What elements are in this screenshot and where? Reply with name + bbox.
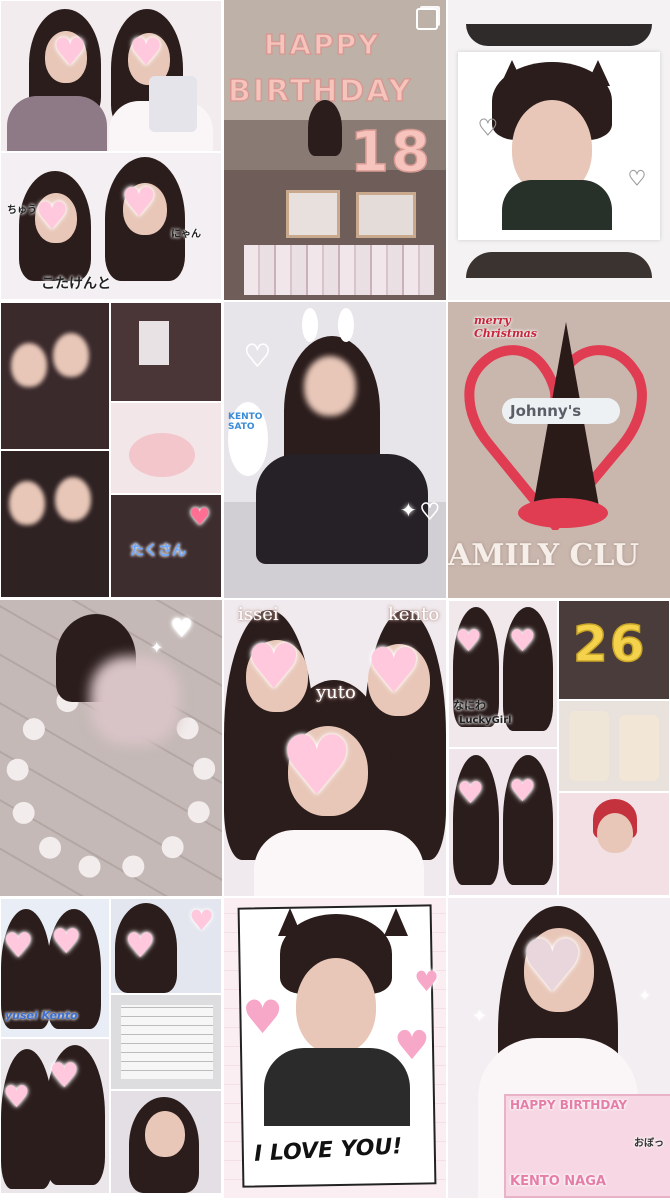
tile-1-top-photo: ♥ ♥ bbox=[0, 0, 222, 152]
grid-tile-11[interactable]: ♥ ♥ ♥ I LOVE YOU! bbox=[224, 898, 446, 1198]
tile-4-photo-a bbox=[0, 302, 110, 450]
caption-bottom-left: こたけんと bbox=[41, 276, 111, 292]
tile-9-photo-c bbox=[558, 700, 670, 792]
naniwa-text: なにわ bbox=[453, 699, 486, 712]
name-label-left: issei bbox=[238, 604, 279, 625]
name-label-middle: yuto bbox=[316, 682, 356, 703]
grid-tile-5[interactable]: KENTO SATO ♥ ♥ ✦ bbox=[224, 302, 446, 598]
grid-tile-2[interactable]: HAPPY BIRTHDAY 18 bbox=[224, 0, 446, 300]
heart-sticker-icon: ♥ bbox=[3, 926, 34, 966]
heart-sticker-icon: ♥ bbox=[189, 503, 211, 531]
heart-sticker-icon: ♥ bbox=[509, 624, 536, 659]
name-label-right: kento bbox=[388, 604, 440, 625]
heart-sticker-icon: ♥ bbox=[520, 924, 585, 1008]
heart-sticker-icon: ♥ bbox=[121, 180, 157, 226]
sparkle-icon: ✦ bbox=[638, 986, 652, 1005]
heart-sticker-icon: ♥ bbox=[455, 624, 482, 659]
grid-tile-12[interactable]: ♥ HAPPY BIRTHDAY おぼっ KENTO NAGA ✦ ✦ bbox=[448, 898, 670, 1198]
banner-top-text: HAPPY BIRTHDAY bbox=[510, 1098, 628, 1112]
heart-sticker-icon: ♥ bbox=[509, 774, 536, 809]
sparkle-icon: ✦ bbox=[150, 638, 164, 657]
heart-sticker-icon: ♥ bbox=[366, 634, 422, 707]
heart-outline-icon: ♥ bbox=[419, 500, 440, 525]
heart-sticker-icon: ♥ bbox=[394, 1023, 430, 1069]
merry-christmas-text: merry Christmas bbox=[474, 314, 537, 340]
grid-tile-7[interactable]: ♥ ✦ bbox=[0, 600, 222, 896]
grid-tile-1[interactable]: ♥ ♥ ♥ ♥ ちゅう にゃん こたけんと bbox=[0, 0, 222, 300]
tile-9-photo-d: ♥ ♥ bbox=[448, 748, 558, 896]
tile-10-photo-c bbox=[110, 994, 222, 1090]
sparkle-icon: ✦ bbox=[472, 1006, 488, 1027]
heart-outline-icon: ♥ bbox=[478, 116, 499, 141]
balloon-number-26: 26 bbox=[572, 614, 647, 674]
tile-1-bottom-photo: ♥ ♥ ちゅう にゃん こたけんと bbox=[0, 152, 222, 300]
banner-handwriting: おぼっ bbox=[634, 1138, 664, 1149]
tile-4-photo-d bbox=[0, 450, 110, 598]
grid-tile-4[interactable]: ♥ たくさん bbox=[0, 302, 222, 598]
balloon-text-happy: HAPPY bbox=[263, 27, 381, 62]
grid-tile-6[interactable]: ♥ merry Christmas Johnny's AMILY CLU bbox=[448, 302, 670, 598]
heart-sticker-icon: ♥ bbox=[129, 30, 164, 74]
heart-sticker-icon: ♥ bbox=[189, 904, 215, 937]
heart-outline-icon: ♥ bbox=[243, 339, 271, 374]
heart-sticker-icon: ♥ bbox=[51, 922, 82, 962]
tile-10-photo-e bbox=[110, 1090, 222, 1194]
balloon-number: 18 bbox=[349, 119, 432, 186]
heart-sticker-icon: ♥ bbox=[414, 965, 440, 998]
sparkle-icon: ✦ bbox=[400, 498, 417, 522]
banner-bottom-text: KENTO NAGA bbox=[510, 1174, 606, 1189]
tile-9-photo-a: ♥ ♥ なにわ LuckyGirl bbox=[448, 600, 558, 748]
heart-sticker-icon: ♥ bbox=[170, 614, 194, 644]
heart-outline-icon: ♥ bbox=[628, 166, 647, 190]
tile-9-photo-b: 26 bbox=[558, 600, 670, 700]
heart-sticker-icon: ♥ bbox=[246, 630, 302, 703]
heart-sticker-icon: ♥ bbox=[35, 194, 70, 238]
tile-10-photo-b: ♥ ♥ bbox=[110, 898, 222, 994]
caption-side-b: にゃん bbox=[171, 229, 201, 240]
multiple-photos-icon bbox=[416, 8, 438, 30]
caption-bottom: たくさん bbox=[130, 543, 186, 559]
heart-sticker-icon: ♥ bbox=[280, 719, 354, 814]
caption-side-a: ちゅう bbox=[7, 205, 37, 216]
tile-10-photo-d: ♥ ♥ bbox=[0, 1038, 110, 1194]
heart-sticker-icon: ♥ bbox=[125, 926, 156, 966]
photo-grid: ♥ ♥ ♥ ♥ ちゅう にゃん こたけんと HAPPY BIRTHDAY 18 bbox=[0, 0, 670, 1200]
tile-4-photo-c bbox=[110, 402, 222, 494]
family-club-text: AMILY CLU bbox=[448, 538, 640, 573]
heart-sticker-icon: ♥ bbox=[49, 1056, 80, 1096]
sign-text: Johnny's bbox=[510, 402, 582, 420]
heart-sticker-icon: ♥ bbox=[3, 1080, 30, 1115]
tile-4-photo-b bbox=[110, 302, 222, 402]
heart-sticker-icon: ♥ bbox=[53, 30, 88, 74]
grid-tile-9[interactable]: ♥ ♥ なにわ LuckyGirl 26 ♥ ♥ bbox=[448, 600, 670, 896]
tile-10-photo-a: ♥ ♥ yusei Kento bbox=[0, 898, 110, 1038]
fan-sign-text: KENTO SATO bbox=[228, 412, 263, 432]
heart-sticker-icon: ♥ bbox=[457, 776, 484, 811]
heart-sticker-icon: ♥ bbox=[242, 990, 284, 1044]
grid-tile-8[interactable]: ♥ ♥ ♥ issei kento yuto bbox=[224, 600, 446, 896]
grid-tile-3[interactable]: ♥ ♥ bbox=[448, 0, 670, 300]
tile-9-photo-e bbox=[558, 792, 670, 896]
yusei-kento-text: yusei Kento bbox=[5, 1009, 78, 1022]
grid-tile-10[interactable]: ♥ ♥ yusei Kento ♥ ♥ ♥ ♥ bbox=[0, 898, 222, 1198]
lucky-girl-text: LuckyGirl bbox=[459, 715, 512, 726]
